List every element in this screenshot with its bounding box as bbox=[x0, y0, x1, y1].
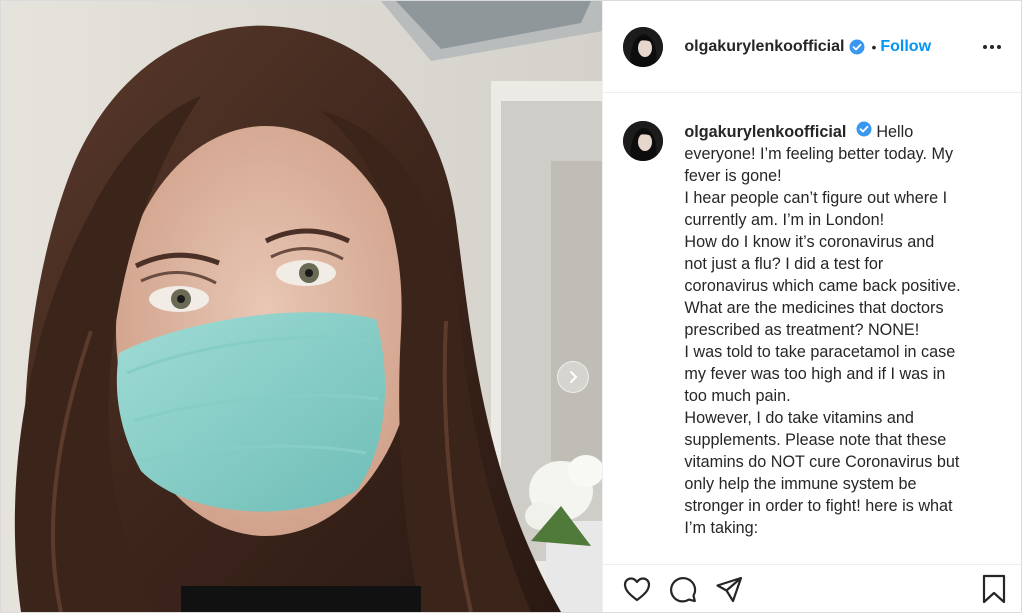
profile-picture bbox=[623, 121, 664, 161]
profile-picture bbox=[623, 26, 664, 67]
caption-line: only help the immune system be bbox=[684, 475, 917, 493]
selfie-photo bbox=[1, 1, 603, 612]
follow-button[interactable]: Follow bbox=[880, 38, 931, 56]
caption-line: What are the medicines that doctors bbox=[684, 299, 944, 317]
caption-line: currently am. I’m in London! bbox=[684, 211, 885, 229]
chevron-right-icon bbox=[570, 371, 578, 383]
caption-line: I was told to take paracetamol in case bbox=[684, 343, 956, 361]
save-button[interactable] bbox=[981, 574, 1007, 604]
caption-line: supplements. Please note that these bbox=[684, 431, 947, 449]
comment-button[interactable] bbox=[669, 575, 697, 603]
caption-line: However, I do take vitamins and bbox=[684, 409, 914, 427]
verified-badge-icon bbox=[849, 39, 865, 55]
caption-line: I’m taking: bbox=[684, 519, 759, 537]
post-side-panel: olgakurylenkoofficial • Follow olgakuryl… bbox=[603, 1, 1021, 612]
avatar[interactable] bbox=[623, 26, 664, 67]
caption-line: not just a flu? I did a test for bbox=[684, 255, 884, 273]
heart-icon bbox=[624, 576, 651, 601]
carousel-next-button[interactable] bbox=[557, 361, 589, 393]
instagram-post: olgakurylenkoofficial • Follow olgakuryl… bbox=[0, 0, 1022, 613]
post-header: olgakurylenkoofficial • Follow bbox=[603, 1, 1021, 93]
bookmark-icon bbox=[982, 574, 1006, 603]
share-icon bbox=[716, 576, 743, 602]
caption-line: my fever was too high and if I was in bbox=[684, 365, 946, 383]
comment-icon bbox=[670, 576, 697, 603]
caption-line: stronger in order to fight! here is what bbox=[684, 497, 953, 515]
caption-line: prescribed as treatment? NONE! bbox=[684, 321, 920, 339]
caption-line: vitamins do NOT cure Coronavirus but bbox=[684, 453, 960, 471]
caption-line: fever is gone! bbox=[684, 167, 782, 185]
separator-dot: • bbox=[871, 38, 877, 55]
caption-line: coronavirus which came back positive. bbox=[684, 277, 961, 295]
comments-section: olgakurylenkoofficial Hello everyone! I’… bbox=[603, 93, 1021, 564]
post-photo[interactable] bbox=[1, 1, 604, 612]
caption-line: everyone! I’m feeling better today. My bbox=[684, 145, 954, 163]
share-button[interactable] bbox=[715, 575, 743, 603]
caption-first-word: Hello bbox=[876, 123, 914, 141]
caption-username-link[interactable]: olgakurylenkoofficial bbox=[684, 123, 846, 141]
post-actions-bar bbox=[603, 564, 1021, 612]
caption-avatar[interactable] bbox=[623, 121, 664, 161]
caption-line: too much pain. bbox=[684, 387, 791, 405]
like-button[interactable] bbox=[623, 576, 651, 602]
post-caption: olgakurylenkoofficial Hello everyone! I’… bbox=[684, 121, 989, 539]
username-link[interactable]: olgakurylenkoofficial bbox=[684, 38, 844, 56]
more-options-icon[interactable] bbox=[981, 39, 1003, 55]
caption-line: I hear people can’t figure out where I bbox=[684, 189, 948, 207]
caption-line: How do I know it’s coronavirus and bbox=[684, 233, 935, 251]
verified-badge-icon bbox=[856, 121, 872, 137]
